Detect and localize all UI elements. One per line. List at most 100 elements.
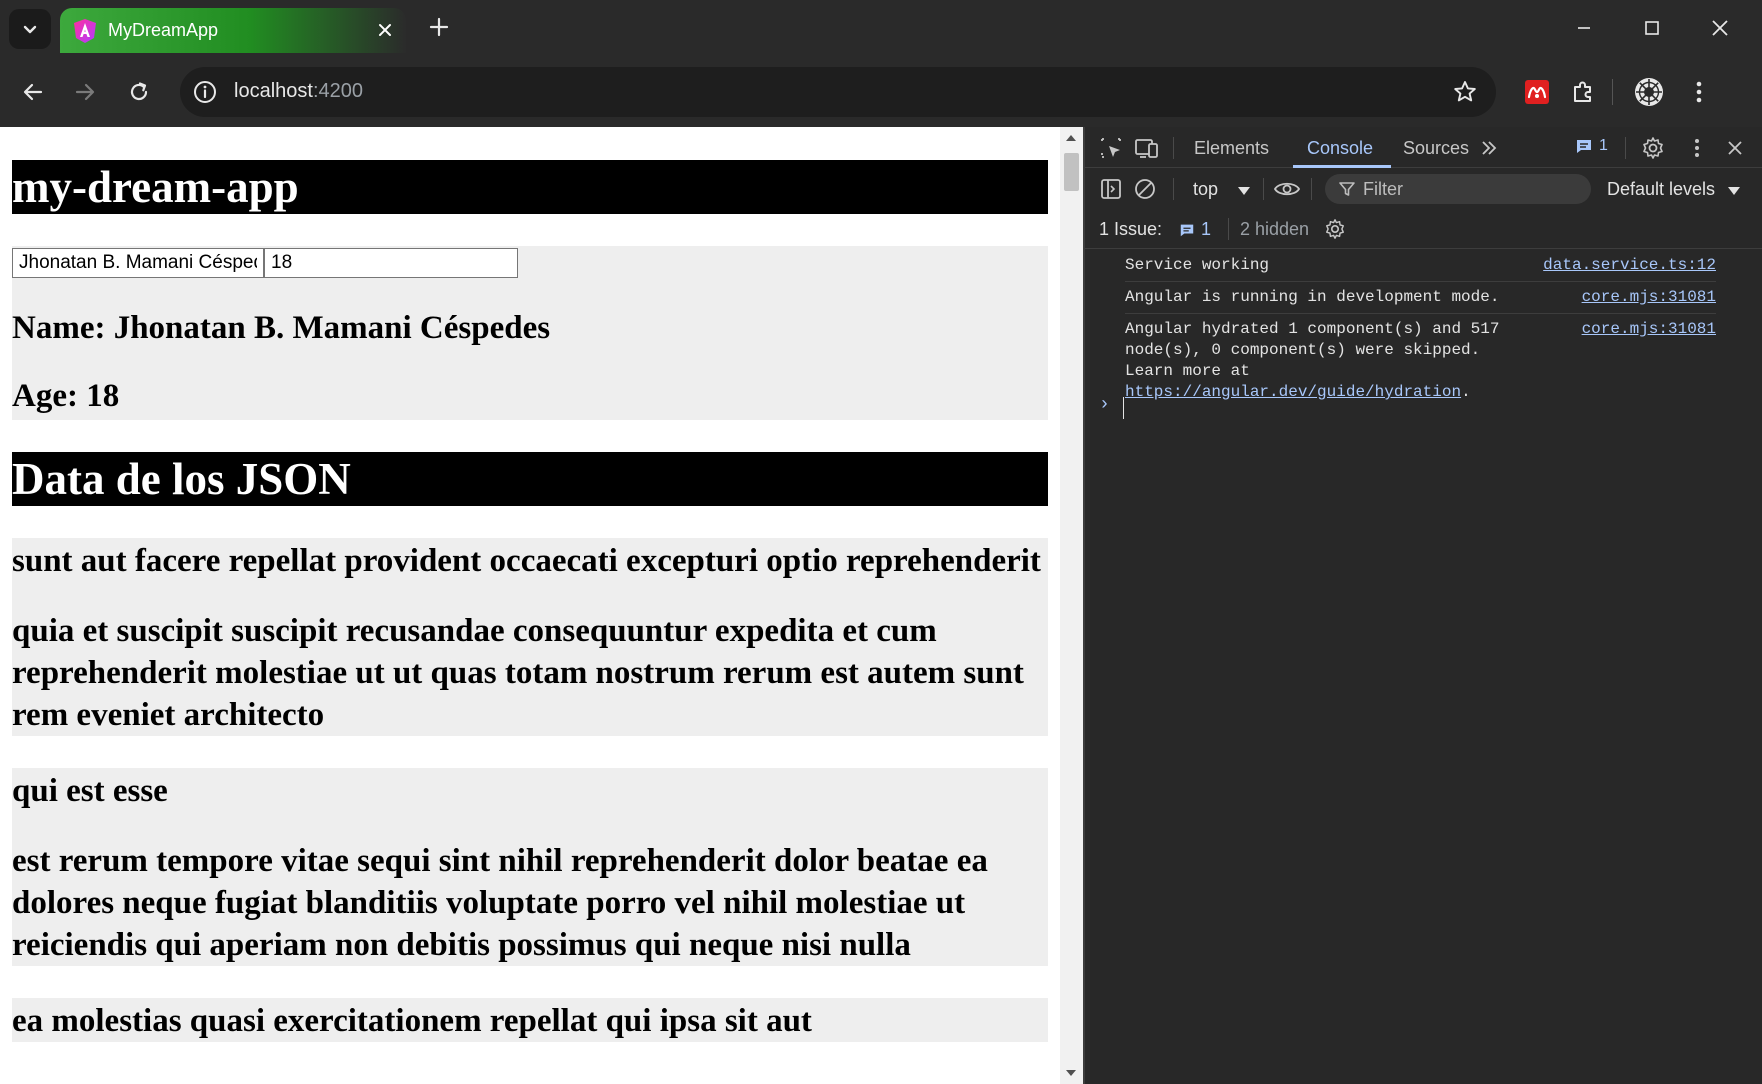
execution-context-select[interactable]: top (1193, 179, 1218, 200)
browser-menu-button[interactable] (1680, 73, 1718, 111)
console-message: Angular is running in development mode. … (1125, 282, 1716, 314)
url-host: localhost (234, 80, 313, 102)
post-item: ea molestias quasi exercitationem repell… (12, 998, 1048, 1042)
hydration-docs-link[interactable]: https://angular.dev/guide/hydration (1125, 383, 1461, 401)
age-input[interactable] (264, 248, 518, 278)
tab-title: MyDreamApp (108, 20, 219, 40)
scroll-down-arrow-icon[interactable] (1066, 1070, 1076, 1076)
post-title: qui est esse (12, 773, 168, 809)
issues-count-button[interactable]: 1 (1179, 219, 1211, 240)
console-settings-button[interactable] (1321, 215, 1349, 243)
minimize-button[interactable] (1564, 10, 1604, 46)
chevron-down-icon (23, 25, 37, 34)
sidebar-toggle-icon (1101, 179, 1121, 199)
console-message-body: Angular hydrated 1 component(s) and 517 … (1125, 320, 1500, 380)
tab-sources[interactable]: Sources (1403, 138, 1469, 159)
filter-placeholder: Filter (1363, 179, 1403, 199)
name-display: Name: Jhonatan B. Mamani Céspedes (12, 310, 551, 346)
more-tabs-button[interactable] (1475, 134, 1503, 162)
more-vertical-icon (1695, 139, 1699, 157)
close-devtools-button[interactable] (1721, 134, 1749, 162)
bookmark-star-icon[interactable] (1452, 79, 1478, 105)
inspect-cursor-icon (1101, 138, 1121, 158)
console-message-source[interactable]: data.service.ts:12 (1543, 255, 1716, 276)
scroll-thumb[interactable] (1064, 153, 1079, 191)
device-toolbar-button[interactable] (1133, 134, 1161, 162)
filter-icon (1339, 182, 1355, 196)
back-button[interactable] (14, 73, 52, 111)
profile-button[interactable] (1630, 73, 1668, 111)
gear-icon (1643, 137, 1663, 159)
block-icon (1135, 179, 1155, 199)
console-message-tail: . (1461, 383, 1471, 401)
message-icon (1180, 224, 1194, 236)
console-message-source[interactable]: core.mjs:31081 (1582, 287, 1716, 308)
tab-elements[interactable]: Elements (1194, 138, 1269, 159)
close-tab-icon[interactable] (372, 17, 398, 43)
post-item: qui est esse est rerum tempore vitae seq… (12, 768, 1048, 966)
app-root: my-dream-app Name: Jhonatan B. Mamani Cé… (12, 160, 1048, 1042)
message-icon (1577, 140, 1591, 153)
inspect-element-button[interactable] (1097, 134, 1125, 162)
log-levels-select[interactable]: Default levels (1607, 179, 1715, 200)
tab-search-button[interactable] (9, 9, 51, 49)
devtools-separator (1263, 178, 1264, 200)
console-output: Service working data.service.ts:12 Angul… (1085, 250, 1762, 419)
puzzle-icon (1574, 81, 1591, 102)
console-message-source[interactable]: core.mjs:31081 (1582, 319, 1716, 340)
json-section-title: Data de los JSON (12, 452, 1048, 506)
issues-badge-button[interactable]: 1 (1575, 137, 1608, 155)
devtools-separator (1311, 178, 1312, 200)
console-filter-input[interactable]: Filter (1325, 174, 1591, 204)
site-info-icon[interactable] (192, 79, 218, 105)
show-sidebar-button[interactable] (1097, 175, 1125, 203)
close-window-button[interactable] (1700, 10, 1740, 46)
devtools-separator (1173, 178, 1174, 200)
minimize-icon (1578, 27, 1590, 29)
app-title: my-dream-app (12, 160, 1048, 214)
context-dropdown-arrow-icon[interactable] (1238, 187, 1250, 195)
console-message: Angular hydrated 1 component(s) and 517 … (1125, 314, 1716, 408)
maximize-button[interactable] (1632, 10, 1672, 46)
devtools-separator (1228, 218, 1229, 240)
devtools-panel: Elements Console Sources 1 top Filter De… (1085, 127, 1762, 1084)
maximize-icon (1645, 21, 1659, 35)
extensions-menu-button[interactable] (1564, 73, 1602, 111)
issues-bar: 1 Issue: 1 2 hidden (1085, 209, 1762, 249)
live-expression-button[interactable] (1273, 175, 1301, 203)
name-input[interactable] (12, 248, 264, 278)
eye-icon (1273, 182, 1301, 196)
url-text[interactable]: localhost:4200 (234, 80, 363, 103)
angular-favicon-icon (74, 19, 96, 43)
console-input-caret[interactable] (1123, 397, 1124, 419)
devtools-menu-button[interactable] (1683, 134, 1711, 162)
tab-console[interactable]: Console (1307, 138, 1373, 159)
scroll-up-arrow-icon[interactable] (1066, 135, 1076, 141)
devtools-settings-button[interactable] (1639, 134, 1667, 162)
issues-badge-count: 1 (1599, 137, 1608, 154)
forward-button[interactable] (66, 73, 104, 111)
gear-icon (1326, 219, 1344, 239)
devtools-separator (1173, 137, 1174, 159)
console-toolbar: top Filter Default levels (1085, 169, 1762, 209)
page-viewport: my-dream-app Name: Jhonatan B. Mamani Cé… (0, 127, 1060, 1084)
hidden-messages-label: 2 hidden (1240, 219, 1310, 239)
post-title: ea molestias quasi exercitationem repell… (12, 1003, 812, 1039)
title-bar: MyDreamApp (0, 0, 1762, 57)
more-vertical-icon (1696, 81, 1702, 103)
extension-button[interactable] (1518, 73, 1556, 111)
reload-icon (130, 82, 148, 101)
levels-dropdown-arrow-icon[interactable] (1728, 187, 1740, 195)
new-tab-button[interactable] (424, 12, 454, 42)
page-scrollbar[interactable] (1060, 127, 1083, 1084)
browser-tab[interactable]: MyDreamApp (60, 8, 406, 53)
browser-toolbar: localhost:4200 (0, 57, 1762, 127)
clear-console-button[interactable] (1131, 175, 1159, 203)
double-chevron-right-icon (1482, 141, 1497, 155)
address-bar[interactable]: localhost:4200 (180, 67, 1496, 117)
console-prompt-icon: › (1099, 395, 1110, 415)
reload-button[interactable] (120, 73, 158, 111)
url-port: :4200 (312, 80, 363, 102)
plus-icon (429, 17, 449, 37)
close-icon (1712, 20, 1728, 36)
